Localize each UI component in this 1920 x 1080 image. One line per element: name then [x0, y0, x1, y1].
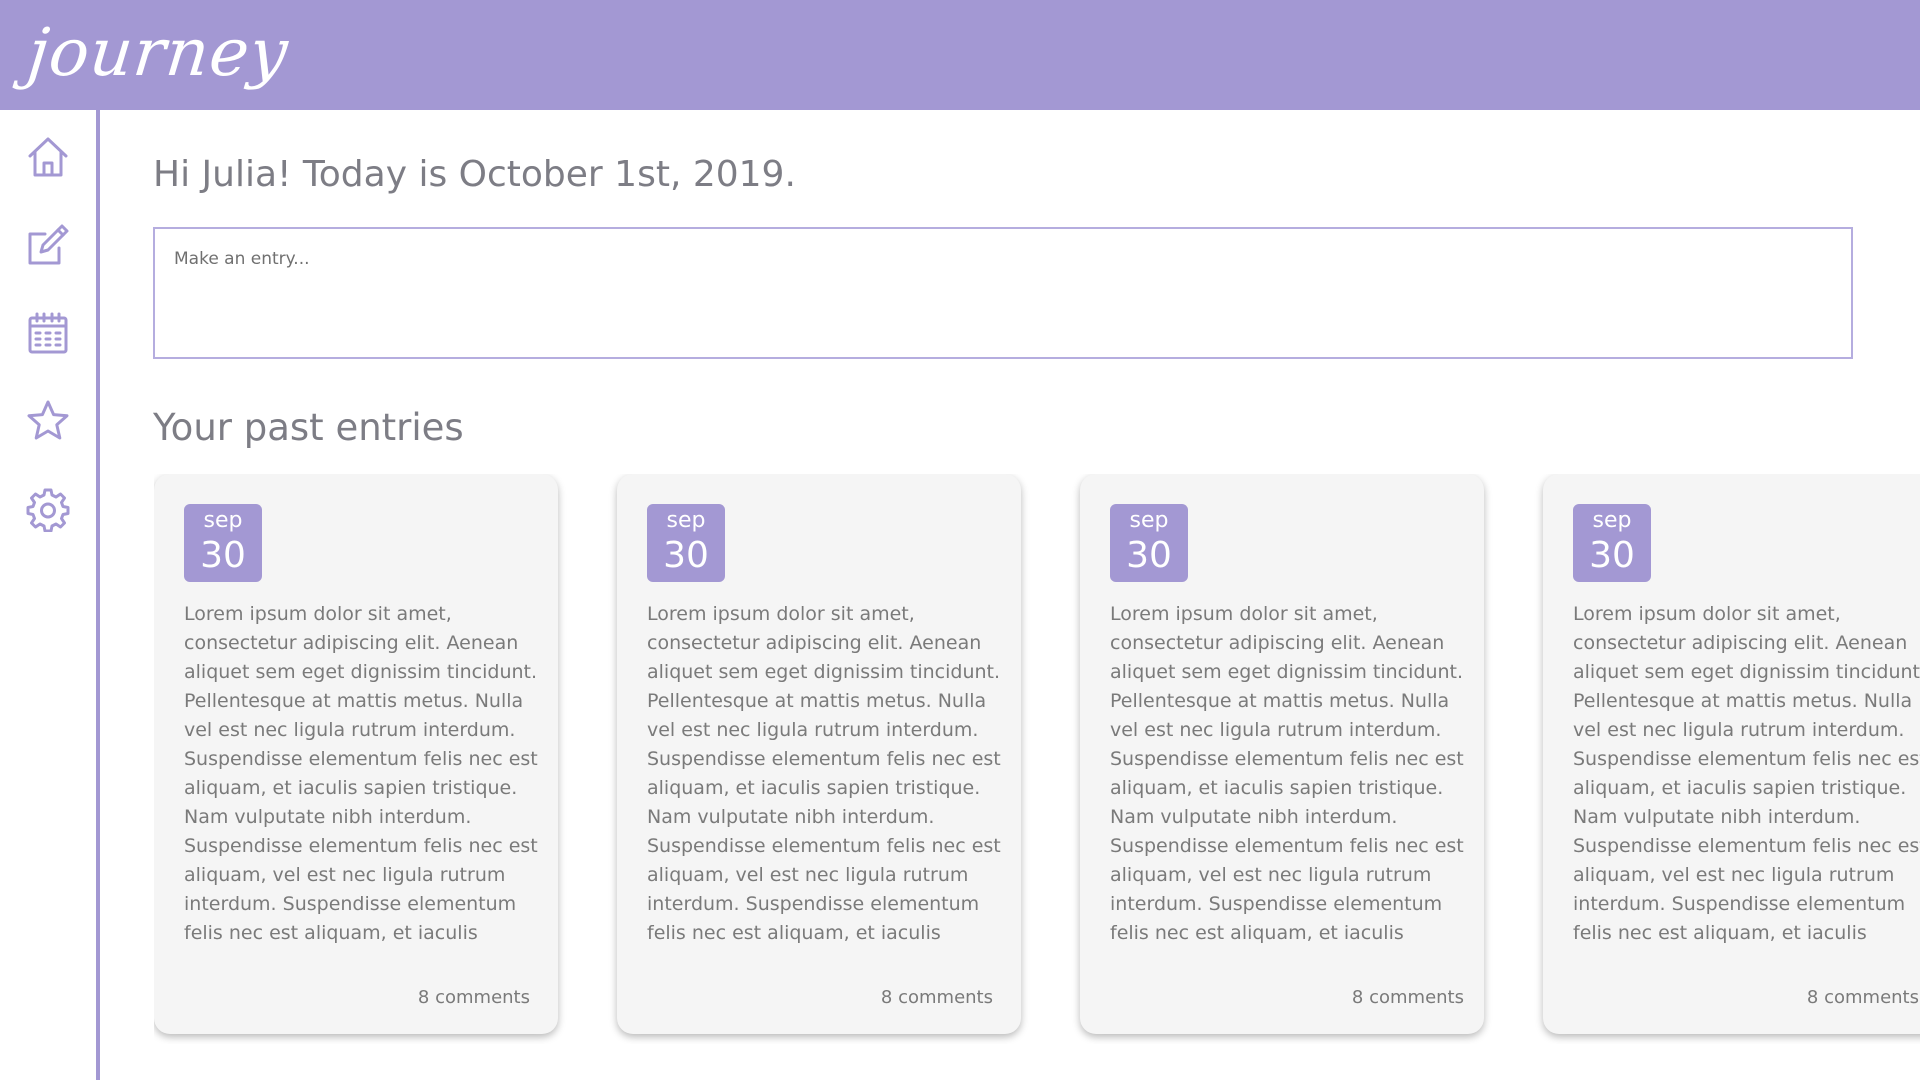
date-badge: sep 30 — [647, 504, 725, 582]
entry-line: Pellentesque at mattis metus. Nulla — [184, 690, 524, 712]
gear-icon — [26, 488, 70, 532]
entry-line: felis nec est aliquam, et iaculis — [647, 922, 941, 944]
entry-text: Lorem ipsum dolor sit amet, consectetur … — [1573, 600, 1920, 948]
entry-line: vel est nec ligula rutrum interdum. — [1573, 719, 1905, 741]
entry-line: interdum. Suspendisse elementum — [184, 893, 517, 915]
sidebar-nav — [0, 110, 100, 1080]
entry-line: Suspendisse elementum felis nec est — [647, 748, 1001, 770]
entry-line: Suspendisse elementum felis nec est — [1573, 748, 1920, 770]
entry-line: Nam vulputate nibh interdum. — [647, 806, 935, 828]
date-badge: sep 30 — [1573, 504, 1651, 582]
entry-line: aliquam, et iaculis sapien tristique. — [647, 777, 981, 799]
new-entry-input[interactable] — [153, 227, 1853, 359]
entry-line: Lorem ipsum dolor sit amet, — [184, 603, 452, 625]
date-month: sep — [1592, 508, 1632, 533]
date-day: 30 — [1126, 535, 1172, 576]
entry-text: Lorem ipsum dolor sit amet, consectetur … — [1110, 600, 1468, 948]
entry-line: Lorem ipsum dolor sit amet, — [647, 603, 915, 625]
greeting-heading: Hi Julia! Today is October 1st, 2019. — [153, 154, 796, 195]
entry-line: felis nec est aliquam, et iaculis — [1573, 922, 1867, 944]
sidebar-item-settings[interactable] — [25, 486, 71, 532]
sidebar-item-favorites[interactable] — [25, 398, 71, 444]
entry-card[interactable]: sep 30 Lorem ipsum dolor sit amet, conse… — [617, 474, 1021, 1034]
entry-line: aliquam, vel est nec ligula rutrum — [647, 864, 969, 886]
entry-card[interactable]: sep 30 Lorem ipsum dolor sit amet, conse… — [154, 474, 558, 1034]
entry-line: aliquet sem eget dignissim tincidunt. — [1573, 661, 1920, 683]
entry-line: aliquam, vel est nec ligula rutrum — [1110, 864, 1432, 886]
entry-line: felis nec est aliquam, et iaculis — [184, 922, 478, 944]
entry-line: felis nec est aliquam, et iaculis — [1110, 922, 1404, 944]
entry-line: aliquam, et iaculis sapien tristique. — [184, 777, 518, 799]
entry-line: Suspendisse elementum felis nec est — [1110, 748, 1464, 770]
entry-line: Suspendisse elementum felis nec est — [184, 835, 538, 857]
date-month: sep — [666, 508, 706, 533]
date-day: 30 — [663, 535, 709, 576]
star-icon — [27, 400, 69, 440]
entry-line: consectetur adipiscing elit. Aenean — [1110, 632, 1445, 654]
entry-line: Pellentesque at mattis metus. Nulla — [647, 690, 987, 712]
entry-line: interdum. Suspendisse elementum — [1110, 893, 1443, 915]
entry-line: consectetur adipiscing elit. Aenean — [184, 632, 519, 654]
entry-line: vel est nec ligula rutrum interdum. — [1110, 719, 1442, 741]
entry-line: aliquam, vel est nec ligula rutrum — [1573, 864, 1895, 886]
entry-line: aliquam, et iaculis sapien tristique. — [1573, 777, 1907, 799]
entry-line: Lorem ipsum dolor sit amet, — [1573, 603, 1841, 625]
date-badge: sep 30 — [1110, 504, 1188, 582]
entry-line: consectetur adipiscing elit. Aenean — [1573, 632, 1908, 654]
entry-card[interactable]: sep 30 Lorem ipsum dolor sit amet, conse… — [1543, 474, 1920, 1034]
app-logo[interactable]: journey — [23, 8, 293, 98]
home-icon — [28, 137, 68, 177]
app-header: journey — [0, 0, 1920, 110]
entry-line: aliquet sem eget dignissim tincidunt. — [1110, 661, 1464, 683]
calendar-icon — [28, 312, 68, 354]
date-badge: sep 30 — [184, 504, 262, 582]
entry-line: consectetur adipiscing elit. Aenean — [647, 632, 982, 654]
entry-line: aliquet sem eget dignissim tincidunt. — [647, 661, 1001, 683]
comments-link[interactable]: 8 comments — [1352, 987, 1464, 1008]
date-day: 30 — [1589, 535, 1635, 576]
entries-list: sep 30 Lorem ipsum dolor sit amet, conse… — [154, 474, 1920, 1044]
comments-link[interactable]: 8 comments — [881, 987, 993, 1008]
entry-line: Suspendisse elementum felis nec est — [1573, 835, 1920, 857]
edit-icon — [28, 224, 69, 265]
entry-line: interdum. Suspendisse elementum — [647, 893, 980, 915]
date-month: sep — [203, 508, 243, 533]
entry-text: Lorem ipsum dolor sit amet, consectetur … — [184, 600, 542, 948]
entry-line: Nam vulputate nibh interdum. — [1110, 806, 1398, 828]
sidebar-item-calendar[interactable] — [25, 310, 71, 356]
entry-line: aliquet sem eget dignissim tincidunt. — [184, 661, 538, 683]
entry-text: Lorem ipsum dolor sit amet, consectetur … — [647, 600, 1005, 948]
entry-line: aliquam, vel est nec ligula rutrum — [184, 864, 506, 886]
main-content: Hi Julia! Today is October 1st, 2019. Yo… — [100, 110, 1920, 1080]
entry-line: vel est nec ligula rutrum interdum. — [647, 719, 979, 741]
date-day: 30 — [200, 535, 246, 576]
entry-line: Nam vulputate nibh interdum. — [1573, 806, 1861, 828]
past-entries-heading: Your past entries — [153, 406, 464, 449]
entry-line: Suspendisse elementum felis nec est — [184, 748, 538, 770]
entry-line: Suspendisse elementum felis nec est — [647, 835, 1001, 857]
comments-link[interactable]: 8 comments — [418, 987, 530, 1008]
entry-line: vel est nec ligula rutrum interdum. — [184, 719, 516, 741]
entry-line: interdum. Suspendisse elementum — [1573, 893, 1906, 915]
date-month: sep — [1129, 508, 1169, 533]
entry-card[interactable]: sep 30 Lorem ipsum dolor sit amet, conse… — [1080, 474, 1484, 1034]
sidebar-item-write[interactable] — [25, 222, 71, 268]
entry-line: Suspendisse elementum felis nec est — [1110, 835, 1464, 857]
entry-line: Nam vulputate nibh interdum. — [184, 806, 472, 828]
comments-link[interactable]: 8 comments — [1807, 987, 1919, 1008]
entry-line: Lorem ipsum dolor sit amet, — [1110, 603, 1378, 625]
sidebar-item-home[interactable] — [25, 134, 71, 180]
entry-line: Pellentesque at mattis metus. Nulla — [1110, 690, 1450, 712]
entry-line: aliquam, et iaculis sapien tristique. — [1110, 777, 1444, 799]
entry-line: Pellentesque at mattis metus. Nulla — [1573, 690, 1913, 712]
